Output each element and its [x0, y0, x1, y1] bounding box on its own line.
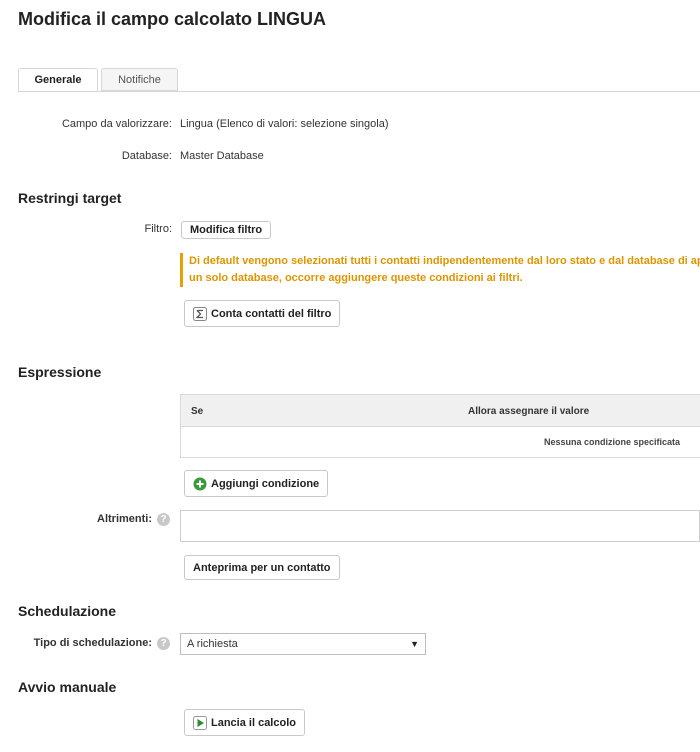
- conditions-table-header: Se Allora assegnare il valore: [181, 395, 700, 427]
- field-value: Lingua (Elenco di valori: selezione sing…: [180, 118, 389, 130]
- tab-notifiche[interactable]: Notifiche: [101, 68, 178, 91]
- schedule-type-label: Tipo di schedulazione:: [33, 637, 152, 649]
- otherwise-input[interactable]: [180, 510, 700, 542]
- otherwise-label: Altrimenti:: [97, 513, 152, 525]
- schedule-type-select[interactable]: A richiesta ▼: [180, 633, 426, 655]
- database-value: Master Database: [180, 150, 264, 162]
- play-icon: [193, 715, 207, 730]
- sigma-icon: [193, 306, 207, 321]
- conditions-table-body: Nessuna condizione specificata: [181, 427, 700, 457]
- conditions-table: Se Allora assegnare il valore Nessuna co…: [180, 394, 700, 458]
- preview-contact-button[interactable]: Anteprima per un contatto: [184, 555, 340, 580]
- section-heading-scheduling: Schedulazione: [18, 603, 117, 619]
- schedule-type-value: A richiesta: [187, 638, 238, 650]
- database-label: Database:: [121, 150, 172, 162]
- add-condition-button-label: Aggiungi condizione: [211, 477, 320, 490]
- page-title: Modifica il campo calcolato LINGUA: [18, 9, 327, 29]
- tab-generale[interactable]: Generale: [18, 68, 98, 92]
- filter-warning-line1: Di default vengono selezionati tutti i c…: [189, 255, 700, 267]
- filter-warning: Di default vengono selezionati tutti i c…: [180, 253, 700, 287]
- count-contacts-button[interactable]: Conta contatti del filtro: [184, 300, 341, 327]
- count-contacts-button-label: Conta contatti del filtro: [211, 307, 332, 320]
- plus-circle-icon: [193, 477, 207, 491]
- field-label: Campo da valorizzare:: [61, 118, 172, 130]
- filter-warning-line2: un solo database, occorre aggiungere que…: [189, 272, 523, 284]
- run-calculation-button[interactable]: Lancia il calcolo: [184, 709, 305, 736]
- empty-conditions-text: Nessuna condizione specificata: [544, 437, 681, 447]
- edit-filter-button-label: Modifica filtro: [190, 224, 263, 236]
- column-header-then: Allora assegnare il valore: [468, 406, 590, 417]
- column-header-if: Se: [191, 406, 204, 417]
- preview-contact-button-label: Anteprima per un contatto: [193, 561, 331, 574]
- run-calculation-button-label: Lancia il calcolo: [211, 716, 296, 729]
- section-heading-expression: Espressione: [18, 364, 102, 380]
- question-icon[interactable]: ?: [157, 513, 170, 526]
- filter-label: Filtro:: [144, 223, 173, 235]
- chevron-down-icon: ▼: [410, 639, 419, 649]
- tabs-divider: [18, 91, 700, 92]
- section-heading-manual: Avvio manuale: [18, 679, 117, 695]
- section-heading-target: Restringi target: [18, 190, 122, 206]
- add-condition-button[interactable]: Aggiungi condizione: [184, 470, 329, 497]
- question-icon[interactable]: ?: [157, 637, 170, 650]
- edit-filter-button[interactable]: Modifica filtro: [181, 221, 272, 239]
